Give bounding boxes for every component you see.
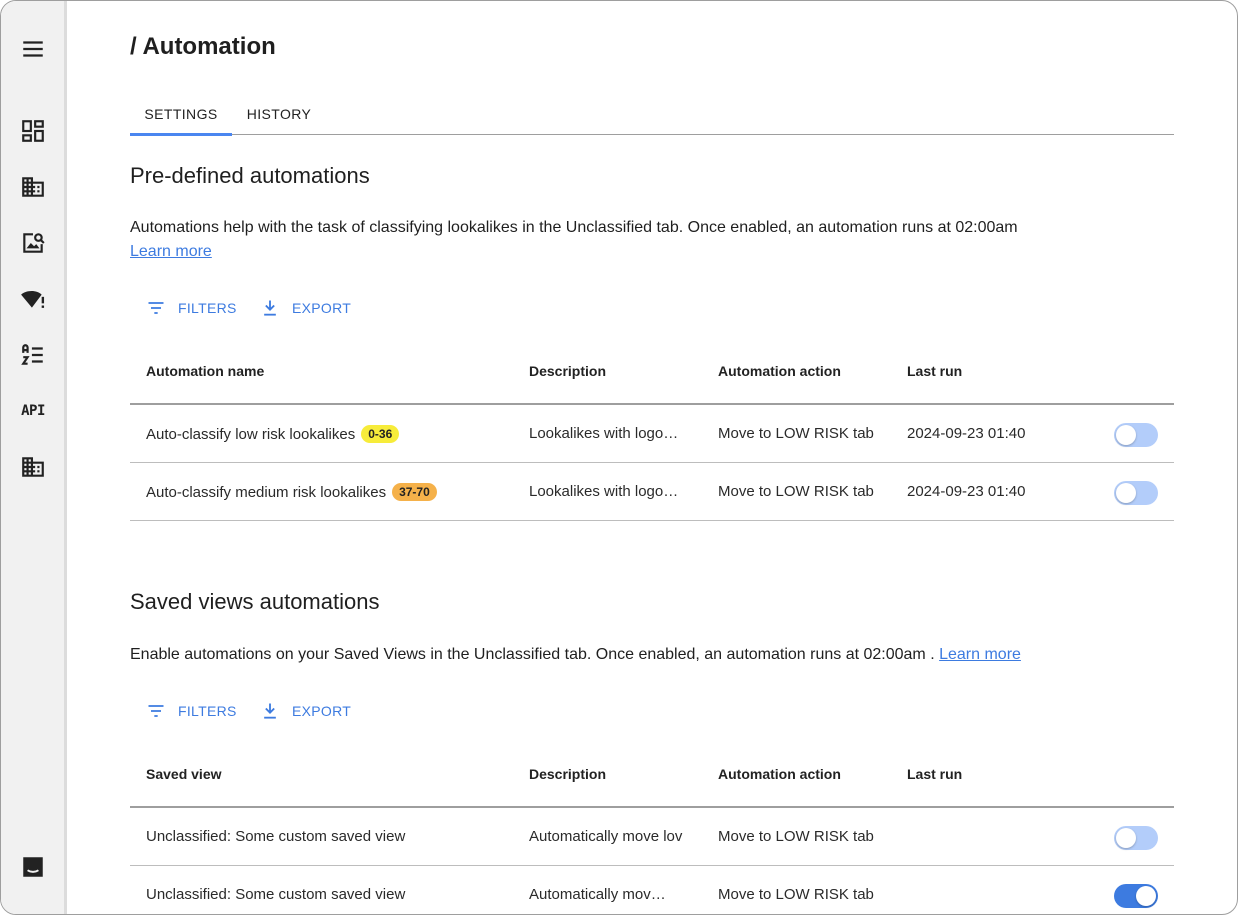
column-header-last-run[interactable]: Last run [907, 363, 962, 379]
predefined-table: Automation name Description Automation a… [130, 341, 1174, 521]
column-header-action[interactable]: Automation action [718, 766, 841, 782]
automation-last-run: 2024-09-23 01:40 [907, 425, 1026, 442]
building-alt-icon[interactable] [17, 451, 49, 483]
saved-view-name: Unclassified: Some custom saved view [146, 886, 406, 903]
menu-icon[interactable] [17, 33, 49, 65]
filter-icon [148, 302, 164, 314]
dashboard-icon[interactable] [17, 115, 49, 147]
saved-views-filters-button[interactable]: FILTERS [146, 701, 237, 721]
api-icon[interactable]: API [17, 395, 49, 427]
automation-description: Lookalikes with logo… [529, 483, 679, 500]
risk-score-badge: 37-70 [392, 483, 437, 501]
wifi-alert-icon[interactable] [17, 283, 49, 315]
predefined-learn-more-link[interactable]: Learn more [130, 243, 212, 260]
automation-toggle[interactable] [1114, 481, 1158, 505]
toggle-knob [1136, 886, 1156, 906]
column-header-last-run[interactable]: Last run [907, 766, 962, 782]
automation-toggle[interactable] [1114, 826, 1158, 850]
automation-name: Auto-classify low risk lookalikes 0-36 [146, 425, 400, 443]
app-window: API / Automation SETTINGS HISTORY Pre-de… [0, 0, 1238, 915]
export-label: EXPORT [292, 300, 352, 316]
table-row[interactable]: Unclassified: Some custom saved view Aut… [130, 866, 1174, 914]
predefined-filters-button[interactable]: FILTERS [146, 298, 237, 318]
predefined-section-description: Automations help with the task of classi… [130, 219, 1018, 236]
toggle-knob [1116, 483, 1136, 503]
automation-name-text: Auto-classify low risk lookalikes [146, 426, 356, 443]
saved-view-name: Unclassified: Some custom saved view [146, 828, 406, 845]
column-header-description[interactable]: Description [529, 363, 606, 379]
predefined-export-button[interactable]: EXPORT [260, 298, 351, 318]
column-header-name[interactable]: Automation name [146, 363, 264, 379]
sort-az-icon[interactable] [17, 339, 49, 371]
saved-view-action: Move to LOW RISK tab [718, 828, 874, 845]
table-header: Saved view Description Automation action… [130, 744, 1174, 808]
chat-icon[interactable] [17, 851, 49, 883]
filter-icon [148, 705, 164, 717]
saved-views-table: Saved view Description Automation action… [130, 744, 1174, 914]
column-header-description[interactable]: Description [529, 766, 606, 782]
export-label: EXPORT [292, 703, 352, 719]
risk-score-badge: 0-36 [361, 425, 400, 443]
automation-last-run: 2024-09-23 01:40 [907, 483, 1026, 500]
table-header: Automation name Description Automation a… [130, 341, 1174, 405]
automation-name: Auto-classify medium risk lookalikes 37-7… [146, 483, 437, 501]
toggle-knob [1116, 828, 1136, 848]
building-icon[interactable] [17, 171, 49, 203]
download-icon [264, 703, 276, 719]
automation-action: Move to LOW RISK tab [718, 483, 874, 500]
column-header-saved-view[interactable]: Saved view [146, 766, 222, 782]
filters-label: FILTERS [178, 703, 237, 719]
table-row[interactable]: Auto-classify medium risk lookalikes 37-7… [130, 463, 1174, 521]
saved-view-description: Automatically move lov [529, 828, 683, 845]
column-header-action[interactable]: Automation action [718, 363, 841, 379]
tab-history[interactable]: HISTORY [232, 106, 326, 122]
active-tab-indicator [130, 133, 232, 136]
table-row[interactable]: Auto-classify low risk lookalikes 0-36 Lo… [130, 405, 1174, 463]
toggle-knob [1116, 425, 1136, 445]
table-row[interactable]: Unclassified: Some custom saved view Aut… [130, 808, 1174, 866]
automation-description: Lookalikes with logo… [529, 425, 679, 442]
tab-bar: SETTINGS HISTORY [130, 97, 1174, 136]
saved-views-learn-more-link[interactable]: Learn more [939, 646, 1021, 663]
automation-action: Move to LOW RISK tab [718, 425, 874, 442]
saved-views-section-title: Saved views automations [130, 589, 380, 614]
predefined-section-title: Pre-defined automations [130, 163, 370, 188]
image-search-icon[interactable] [17, 227, 49, 259]
saved-views-section-description: Enable automations on your Saved Views i… [130, 646, 935, 663]
saved-views-description-wrap: Enable automations on your Saved Views i… [130, 646, 1021, 664]
page-title: / Automation [130, 33, 276, 60]
filters-label: FILTERS [178, 300, 237, 316]
automation-name-text: Auto-classify medium risk lookalikes [146, 484, 387, 501]
tab-settings[interactable]: SETTINGS [130, 106, 232, 122]
saved-views-export-button[interactable]: EXPORT [260, 701, 351, 721]
sidebar: API [1, 1, 67, 914]
predefined-learn-more-wrap: Learn more [130, 243, 212, 261]
automation-toggle[interactable] [1114, 423, 1158, 447]
automation-toggle[interactable] [1114, 884, 1158, 908]
saved-view-description: Automatically mov… [529, 886, 666, 903]
saved-view-action: Move to LOW RISK tab [718, 886, 874, 903]
download-icon [264, 300, 276, 316]
